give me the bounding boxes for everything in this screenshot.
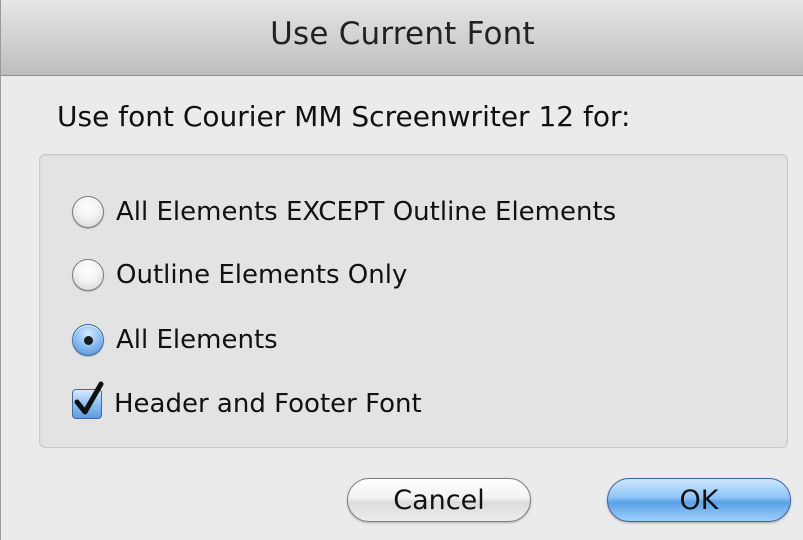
radio-option-outline-only[interactable]: Outline Elements Only bbox=[72, 259, 407, 291]
radio-option-label: All Elements EXCEPT Outline Elements bbox=[116, 197, 617, 227]
radio-selected-icon[interactable] bbox=[72, 324, 104, 356]
radio-unselected-icon[interactable] bbox=[72, 259, 104, 291]
ok-button[interactable]: OK bbox=[607, 478, 791, 522]
cancel-button[interactable]: Cancel bbox=[347, 478, 531, 522]
checkmark-icon bbox=[74, 381, 104, 415]
dialog-prompt: Use font Courier MM Screenwriter 12 for: bbox=[57, 100, 631, 133]
radio-dot-icon bbox=[83, 335, 93, 345]
radio-option-all-elements[interactable]: All Elements bbox=[72, 324, 278, 356]
dialog-titlebar[interactable]: Use Current Font bbox=[1, 0, 803, 76]
radio-option-all-except-outline[interactable]: All Elements EXCEPT Outline Elements bbox=[72, 196, 616, 228]
checkbox-checked[interactable] bbox=[72, 381, 104, 419]
radio-unselected-icon[interactable] bbox=[72, 196, 104, 228]
checkbox-label: Header and Footer Font bbox=[114, 389, 422, 419]
radio-option-label: Outline Elements Only bbox=[116, 260, 408, 290]
radio-option-label: All Elements bbox=[116, 325, 278, 355]
checkbox-header-footer-font[interactable]: Header and Footer Font bbox=[72, 381, 422, 419]
dialog-title: Use Current Font bbox=[270, 16, 535, 52]
use-current-font-dialog: Use Current Font Use font Courier MM Scr… bbox=[0, 0, 803, 540]
